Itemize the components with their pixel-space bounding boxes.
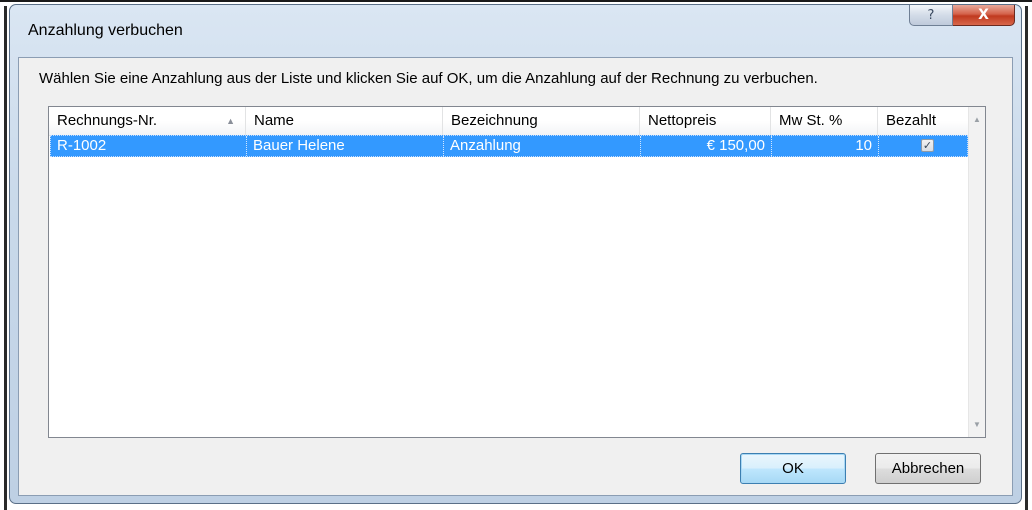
close-icon: X — [978, 7, 989, 23]
scroll-down-arrow-icon[interactable]: ▼ — [969, 416, 985, 433]
scroll-up-arrow-icon[interactable]: ▲ — [969, 111, 985, 128]
dialog-title: Anzahlung verbuchen — [28, 22, 183, 39]
column-header-nettopreis[interactable]: Nettopreis — [640, 107, 771, 135]
cell-nettopreis: € 150,00 — [641, 136, 772, 156]
help-button[interactable]: ? — [909, 5, 953, 26]
instruction-text: Wählen Sie eine Anzahlung aus der Liste … — [39, 70, 818, 87]
column-header-mwst[interactable]: Mw St. % — [771, 107, 878, 135]
column-header-label: Nettopreis — [648, 112, 717, 129]
column-header-label: Name — [254, 112, 295, 129]
column-header-label: Bezeichnung — [451, 112, 538, 129]
title-bar[interactable]: Anzahlung verbuchen ? X — [10, 5, 1021, 57]
caption-buttons: ? X — [909, 5, 1015, 26]
dialog-content: Wählen Sie eine Anzahlung aus der Liste … — [18, 57, 1013, 496]
table-row-selected[interactable]: R-1002 Bauer Helene Anzahlung € 150,00 1… — [50, 135, 968, 157]
column-header-bezeichnung[interactable]: Bezeichnung — [443, 107, 640, 135]
cell-mwst: 10 — [772, 136, 879, 156]
screen-frame-right — [1025, 6, 1028, 510]
cancel-button[interactable]: Abbrechen — [875, 453, 981, 484]
column-header-bezahlt[interactable]: Bezahlt — [878, 107, 969, 135]
screen-frame-left — [4, 6, 7, 510]
close-button[interactable]: X — [953, 5, 1015, 26]
vertical-scrollbar[interactable]: ▲ ▼ — [968, 107, 985, 437]
column-header-label: Mw St. % — [779, 112, 843, 129]
ok-button[interactable]: OK — [740, 453, 846, 484]
bezahlt-checkbox[interactable]: ✓ — [921, 139, 934, 152]
payment-list[interactable]: Rechnungs-Nr. ▲ Name Bezeichnung Nettopr… — [48, 106, 986, 438]
cell-rechnungs-nr: R-1002 — [51, 136, 247, 156]
help-icon: ? — [927, 7, 935, 23]
column-header-rechnungs-nr[interactable]: Rechnungs-Nr. ▲ — [49, 107, 246, 135]
column-header-name[interactable]: Name — [246, 107, 443, 135]
column-header-row: Rechnungs-Nr. ▲ Name Bezeichnung Nettopr… — [49, 107, 969, 136]
column-header-label: Rechnungs-Nr. — [57, 112, 158, 129]
sort-ascending-icon: ▲ — [226, 116, 235, 126]
cell-bezahlt: ✓ — [879, 136, 969, 156]
cell-name: Bauer Helene — [247, 136, 444, 156]
column-header-label: Bezahlt — [886, 112, 937, 129]
cell-bezeichnung: Anzahlung — [444, 136, 641, 156]
dialog-window: Anzahlung verbuchen ? X Wählen Sie eine … — [9, 4, 1022, 504]
